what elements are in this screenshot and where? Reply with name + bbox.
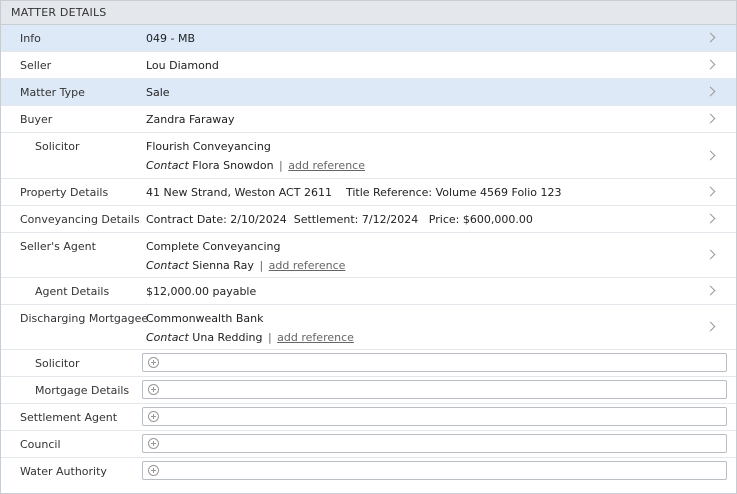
row-agent-details[interactable]: Agent Details $12,000.00 payable <box>1 278 736 305</box>
chevron-right-icon[interactable] <box>705 113 716 124</box>
buyer-solicitor-contact: Contact Flora Snowdon | add reference <box>146 159 365 172</box>
chevron-right-icon[interactable] <box>705 150 716 160</box>
sellers-agent-label: Seller's Agent <box>20 240 96 253</box>
buyer-label: Buyer <box>20 113 53 126</box>
row-mortgagee-solicitor: Solicitor <box>1 350 736 377</box>
chevron-right-icon[interactable] <box>705 59 716 70</box>
contact-name: Sienna Ray <box>192 259 254 272</box>
seller-label: Seller <box>20 59 52 72</box>
property-details-label: Property Details <box>20 186 109 199</box>
agent-details-value: $12,000.00 payable <box>146 285 257 298</box>
title-reference: Title Reference: Volume 4569 Folio 123 <box>345 186 562 199</box>
matter-type-value: Sale <box>146 86 170 99</box>
settlement-agent-label: Settlement Agent <box>20 411 118 424</box>
chevron-right-icon[interactable] <box>705 86 716 97</box>
council-label: Council <box>20 438 61 451</box>
info-value: 049 - MB <box>146 32 195 45</box>
row-conveyancing-details[interactable]: Conveyancing Details Contract Date: 2/10… <box>1 206 736 233</box>
add-reference-link[interactable]: add reference <box>269 259 346 272</box>
plus-circle-icon[interactable] <box>148 438 159 449</box>
buyer-solicitor-value: Flourish Conveyancing <box>146 140 271 153</box>
mortgage-details-label: Mortgage Details <box>35 384 130 397</box>
plus-circle-icon[interactable] <box>148 465 159 476</box>
mortgagee-solicitor-label: Solicitor <box>35 357 80 370</box>
panel-header: MATTER DETAILS <box>1 1 736 25</box>
water-authority-field[interactable] <box>142 461 727 480</box>
chevron-right-icon[interactable] <box>705 285 716 296</box>
council-field[interactable] <box>142 434 727 453</box>
settlement-date: Settlement: 7/12/2024 <box>293 213 419 226</box>
seller-value: Lou Diamond <box>146 59 219 72</box>
separator: | <box>279 159 283 172</box>
property-address: 41 New Strand, Weston ACT 2611 <box>146 186 332 199</box>
buyer-value: Zandra Faraway <box>146 113 235 126</box>
row-water-authority: Water Authority <box>1 458 736 485</box>
chevron-right-icon[interactable] <box>705 32 716 43</box>
mortgagee-solicitor-field[interactable] <box>142 353 727 372</box>
price: Price: $600,000.00 <box>428 213 533 226</box>
contact-label: Contact <box>146 259 189 272</box>
row-sellers-agent[interactable]: Seller's Agent Complete Conveyancing Con… <box>1 233 736 278</box>
separator: | <box>267 331 272 344</box>
chevron-right-icon[interactable] <box>705 321 716 332</box>
discharging-mortgagee-label: Discharging Mortgagee <box>20 312 149 325</box>
row-discharging-mortgagee[interactable]: Discharging Mortgagee Commonwealth Bank … <box>1 305 736 350</box>
chevron-right-icon[interactable] <box>705 249 716 260</box>
discharging-mortgagee-contact: Contact Una Redding | add reference <box>146 331 354 344</box>
settlement-agent-field[interactable] <box>142 407 727 426</box>
sellers-agent-contact: Contact Sienna Ray | add reference <box>146 259 345 272</box>
conveyancing-details-value: Contract Date: 2/10/2024 Settlement: 7/1… <box>146 213 533 226</box>
discharging-mortgagee-value: Commonwealth Bank <box>146 312 264 325</box>
chevron-right-icon[interactable] <box>705 186 716 197</box>
info-label: Info <box>20 32 41 45</box>
row-seller[interactable]: Seller Lou Diamond <box>1 52 736 79</box>
contact-name: Una Redding <box>192 331 263 344</box>
add-reference-link[interactable]: add reference <box>288 159 365 172</box>
row-buyer-solicitor[interactable]: Solicitor Flourish Conveyancing Contact … <box>1 133 736 179</box>
sellers-agent-value: Complete Conveyancing <box>146 240 281 253</box>
contact-name: Flora Snowdon <box>192 159 274 172</box>
row-info[interactable]: Info 049 - MB <box>1 25 736 52</box>
row-settlement-agent: Settlement Agent <box>1 404 736 431</box>
matter-details-panel: MATTER DETAILS Info 049 - MB Seller Lou … <box>0 0 737 494</box>
plus-circle-icon[interactable] <box>148 357 159 368</box>
contact-label: Contact <box>146 159 189 172</box>
contract-date: Contract Date: 2/10/2024 <box>146 213 287 226</box>
plus-circle-icon[interactable] <box>148 384 159 395</box>
row-council: Council <box>1 431 736 458</box>
row-property-details[interactable]: Property Details 41 New Strand, Weston A… <box>1 179 736 206</box>
agent-details-label: Agent Details <box>35 285 110 298</box>
add-reference-link[interactable]: add reference <box>277 331 354 344</box>
water-authority-label: Water Authority <box>20 465 107 478</box>
row-matter-type[interactable]: Matter Type Sale <box>1 79 736 106</box>
contact-label: Contact <box>146 331 189 344</box>
buyer-solicitor-label: Solicitor <box>35 140 80 153</box>
conveyancing-details-label: Conveyancing Details <box>20 213 140 226</box>
separator: | <box>259 259 264 272</box>
property-details-value: 41 New Strand, Weston ACT 2611 Title Refe… <box>146 186 562 199</box>
chevron-right-icon[interactable] <box>705 213 716 224</box>
plus-circle-icon[interactable] <box>148 411 159 422</box>
mortgage-details-field[interactable] <box>142 380 727 399</box>
matter-type-label: Matter Type <box>20 86 85 99</box>
row-buyer[interactable]: Buyer Zandra Faraway <box>1 106 736 133</box>
row-mortgage-details: Mortgage Details <box>1 377 736 404</box>
